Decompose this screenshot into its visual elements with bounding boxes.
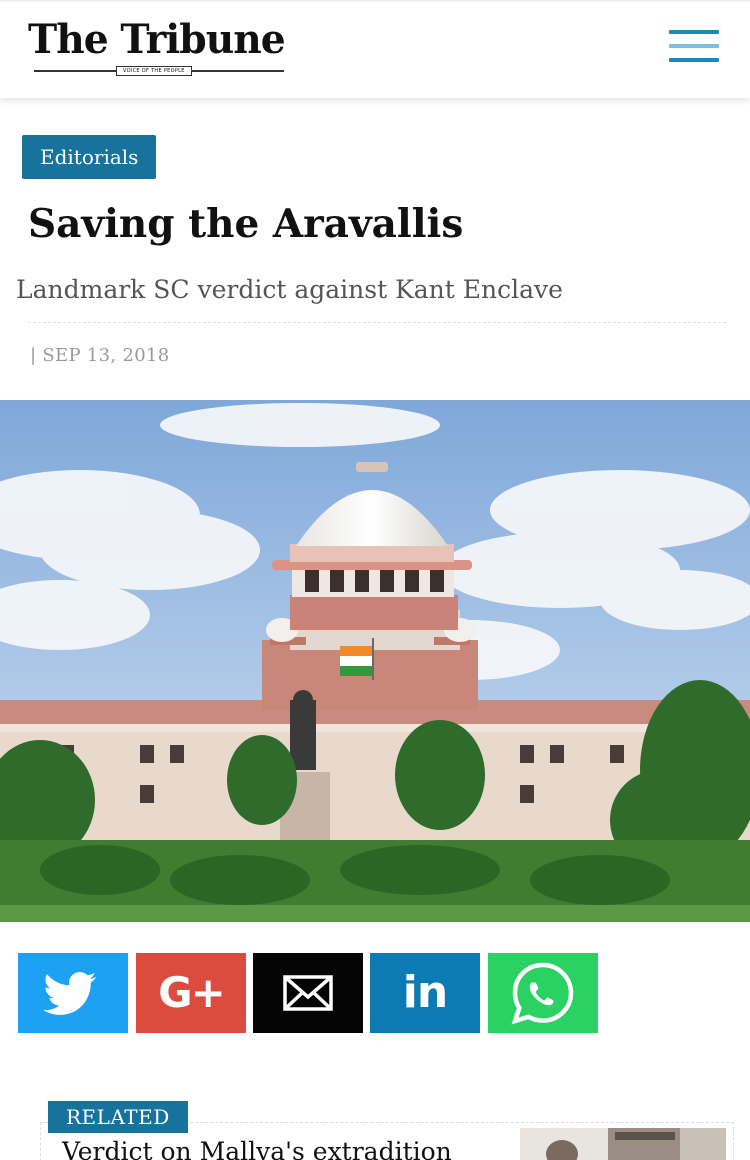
- divider: [28, 322, 726, 323]
- logo-text: The Tribune: [28, 16, 286, 63]
- supreme-court-building-photo: [0, 400, 750, 922]
- twitter-bird-icon: [43, 972, 96, 1015]
- category-badge[interactable]: Editorials: [22, 135, 157, 179]
- thumbnail-illustration: [520, 1128, 726, 1160]
- menu-line: [669, 44, 719, 48]
- envelope-icon: [283, 975, 333, 1011]
- date-text: SEP 13, 2018: [42, 345, 170, 366]
- logo-tagline: VOICE OF THE PEOPLE: [116, 66, 192, 76]
- share-google-plus-button[interactable]: G+: [136, 953, 246, 1033]
- menu-line: [669, 58, 719, 62]
- article-subtitle: Landmark SC verdict against Kant Enclave: [16, 275, 563, 304]
- share-linkedin-button[interactable]: in: [370, 953, 480, 1033]
- linkedin-icon: in: [402, 967, 448, 1018]
- article-title: Saving the Aravallis: [28, 201, 464, 247]
- photo-illustration: [0, 400, 750, 922]
- site-header: The Tribune VOICE OF THE PEOPLE: [0, 0, 750, 98]
- hamburger-menu-icon[interactable]: [664, 28, 722, 66]
- related-thumbnail-photo[interactable]: [520, 1128, 726, 1160]
- share-email-button[interactable]: [253, 953, 363, 1033]
- whatsapp-icon: [511, 962, 574, 1025]
- article-date: | SEP 13, 2018: [30, 342, 169, 370]
- related-headline-link[interactable]: Verdict on Mallya's extradition: [62, 1134, 502, 1160]
- tribune-logo[interactable]: The Tribune VOICE OF THE PEOPLE: [28, 16, 290, 80]
- related-label: RELATED: [48, 1101, 188, 1133]
- menu-line: [669, 30, 719, 34]
- date-separator: |: [30, 345, 37, 366]
- google-plus-icon: G+: [158, 968, 226, 1017]
- share-whatsapp-button[interactable]: [488, 953, 598, 1033]
- share-twitter-button[interactable]: [18, 953, 128, 1033]
